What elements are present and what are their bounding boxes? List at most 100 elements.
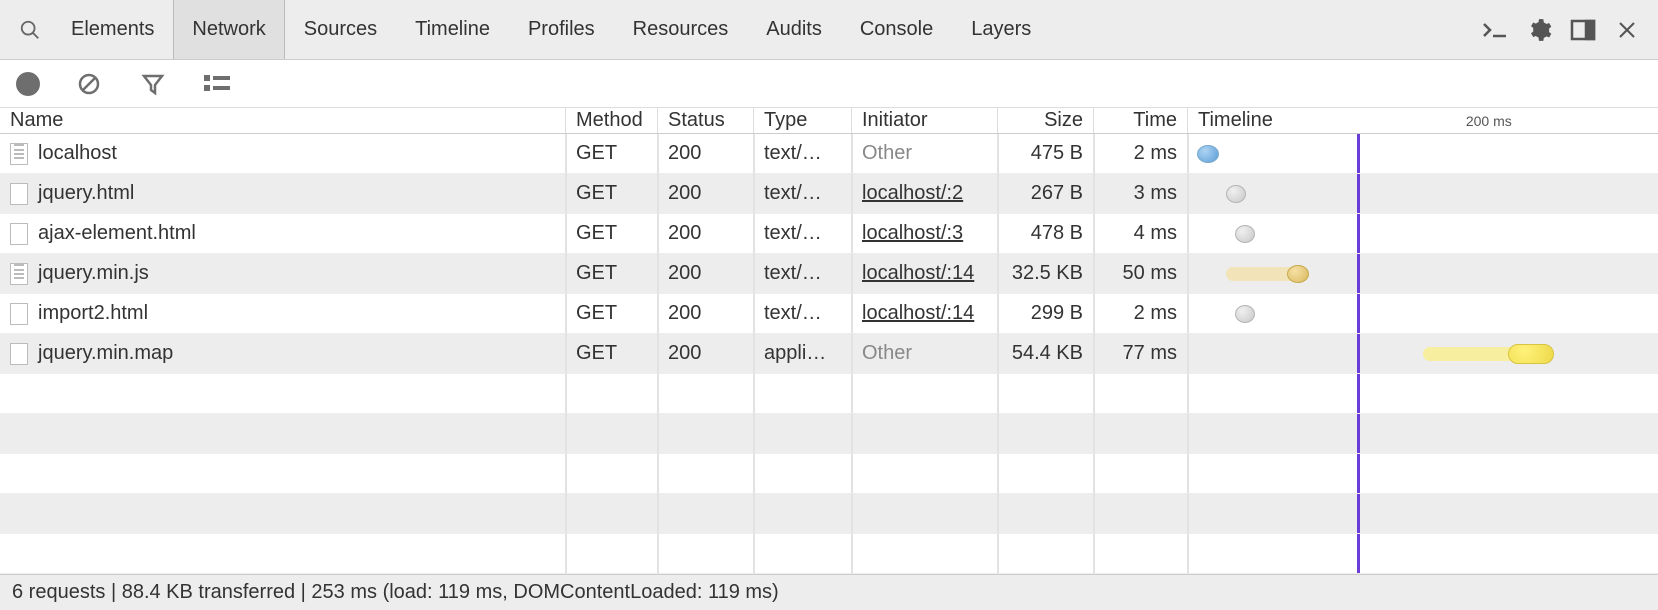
status-text: 6 requests | 88.4 KB transferred | 253 m… [12, 581, 779, 604]
record-button[interactable] [16, 72, 40, 96]
dom-content-loaded-line [1357, 174, 1360, 213]
close-icon[interactable] [1612, 15, 1642, 45]
cell-size: 478 B [998, 214, 1094, 253]
network-table: Name Method Status Type Initiator Size T… [0, 108, 1658, 574]
cell-status: 200 [658, 174, 754, 213]
cell-time: 77 ms [1094, 334, 1188, 373]
cell-initiator: Other [852, 134, 998, 173]
dom-content-loaded-line [1357, 414, 1360, 453]
dom-content-loaded-line [1357, 374, 1360, 413]
table-row[interactable]: ajax-element.htmlGET200text/…localhost/:… [0, 214, 1658, 254]
tab-sources[interactable]: Sources [285, 0, 396, 59]
table-row[interactable]: localhostGET200text/…Other475 B2 ms [0, 134, 1658, 174]
cell-type: text/… [754, 134, 852, 173]
col-size[interactable]: Size [998, 108, 1094, 133]
dock-icon[interactable] [1568, 15, 1598, 45]
tab-audits[interactable]: Audits [747, 0, 841, 59]
initiator-link[interactable]: localhost/:14 [862, 302, 974, 325]
gear-icon[interactable] [1524, 15, 1554, 45]
tabbar-right-icons [1480, 15, 1650, 45]
file-icon [10, 143, 28, 165]
table-row-empty [0, 374, 1658, 414]
cell-name: localhost [0, 134, 566, 173]
tab-elements[interactable]: Elements [52, 0, 173, 59]
file-icon [10, 223, 28, 245]
col-status[interactable]: Status [658, 108, 754, 133]
request-name: localhost [38, 142, 117, 165]
cell-method: GET [566, 294, 658, 333]
cell-name: jquery.min.js [0, 254, 566, 293]
timing-bar [1197, 145, 1219, 163]
request-name: jquery.min.js [38, 262, 149, 285]
network-toolbar [0, 60, 1658, 108]
cell-name: import2.html [0, 294, 566, 333]
tab-profiles[interactable]: Profiles [509, 0, 614, 59]
cell-time: 2 ms [1094, 294, 1188, 333]
col-initiator[interactable]: Initiator [852, 108, 998, 133]
cell-initiator: localhost/:3 [852, 214, 998, 253]
tab-console[interactable]: Console [841, 0, 952, 59]
cell-method: GET [566, 174, 658, 213]
panel-tabs: ElementsNetworkSourcesTimelineProfilesRe… [52, 0, 1050, 59]
cell-time: 2 ms [1094, 134, 1188, 173]
timing-bar [1226, 185, 1246, 203]
tab-timeline[interactable]: Timeline [396, 0, 509, 59]
dom-content-loaded-line [1357, 334, 1360, 373]
cell-type: text/… [754, 174, 852, 213]
table-row-empty [0, 494, 1658, 534]
cell-time: 50 ms [1094, 254, 1188, 293]
cell-size: 475 B [998, 134, 1094, 173]
table-row[interactable]: jquery.min.jsGET200text/…localhost/:1432… [0, 254, 1658, 294]
cell-method: GET [566, 334, 658, 373]
initiator-text: Other [862, 342, 912, 365]
initiator-link[interactable]: localhost/:2 [862, 182, 963, 205]
cell-type: text/… [754, 294, 852, 333]
cell-size: 299 B [998, 294, 1094, 333]
cell-type: text/… [754, 254, 852, 293]
dom-content-loaded-line [1357, 214, 1360, 253]
initiator-link[interactable]: localhost/:14 [862, 262, 974, 285]
file-icon [10, 183, 28, 205]
col-type[interactable]: Type [754, 108, 852, 133]
tab-network[interactable]: Network [173, 0, 284, 59]
console-drawer-icon[interactable] [1480, 15, 1510, 45]
table-header-row: Name Method Status Type Initiator Size T… [0, 108, 1658, 134]
view-options-icon[interactable] [202, 69, 232, 99]
request-name: ajax-element.html [38, 222, 196, 245]
cell-timeline [1188, 214, 1658, 253]
col-name[interactable]: Name [0, 108, 566, 133]
cell-status: 200 [658, 334, 754, 373]
col-timeline[interactable]: Timeline 200 ms [1188, 108, 1658, 133]
table-row[interactable]: import2.htmlGET200text/… localhost/:14 299… [0, 294, 1658, 334]
initiator-link[interactable]: localhost/:3 [862, 222, 963, 245]
dom-content-loaded-line [1357, 134, 1360, 173]
cell-time: 4 ms [1094, 214, 1188, 253]
table-row-empty [0, 534, 1658, 574]
clear-icon[interactable] [74, 69, 104, 99]
timing-bar [1235, 305, 1255, 323]
cell-method: GET [566, 254, 658, 293]
column-separator [852, 134, 853, 574]
cell-method: GET [566, 134, 658, 173]
cell-type: text/… [754, 214, 852, 253]
search-icon[interactable] [14, 14, 46, 46]
cell-name: jquery.html [0, 174, 566, 213]
table-row[interactable]: jquery.htmlGET200text/…localhost/:2267 B… [0, 174, 1658, 214]
cell-timeline [1188, 254, 1658, 293]
tab-resources[interactable]: Resources [614, 0, 748, 59]
cell-size: 32.5 KB [998, 254, 1094, 293]
cell-initiator: Other [852, 334, 998, 373]
dom-content-loaded-line [1357, 294, 1360, 333]
col-time[interactable]: Time [1094, 108, 1188, 133]
col-method[interactable]: Method [566, 108, 658, 133]
file-icon [10, 303, 28, 325]
column-separator [998, 134, 999, 574]
cell-status: 200 [658, 294, 754, 333]
dom-content-loaded-line [1357, 534, 1360, 573]
cell-method: GET [566, 214, 658, 253]
timing-bar [1235, 225, 1255, 243]
filter-icon[interactable] [138, 69, 168, 99]
tab-layers[interactable]: Layers [952, 0, 1050, 59]
dom-content-loaded-line [1357, 254, 1360, 293]
table-row[interactable]: jquery.min.mapGET200appli…Other54.4 KB77… [0, 334, 1658, 374]
